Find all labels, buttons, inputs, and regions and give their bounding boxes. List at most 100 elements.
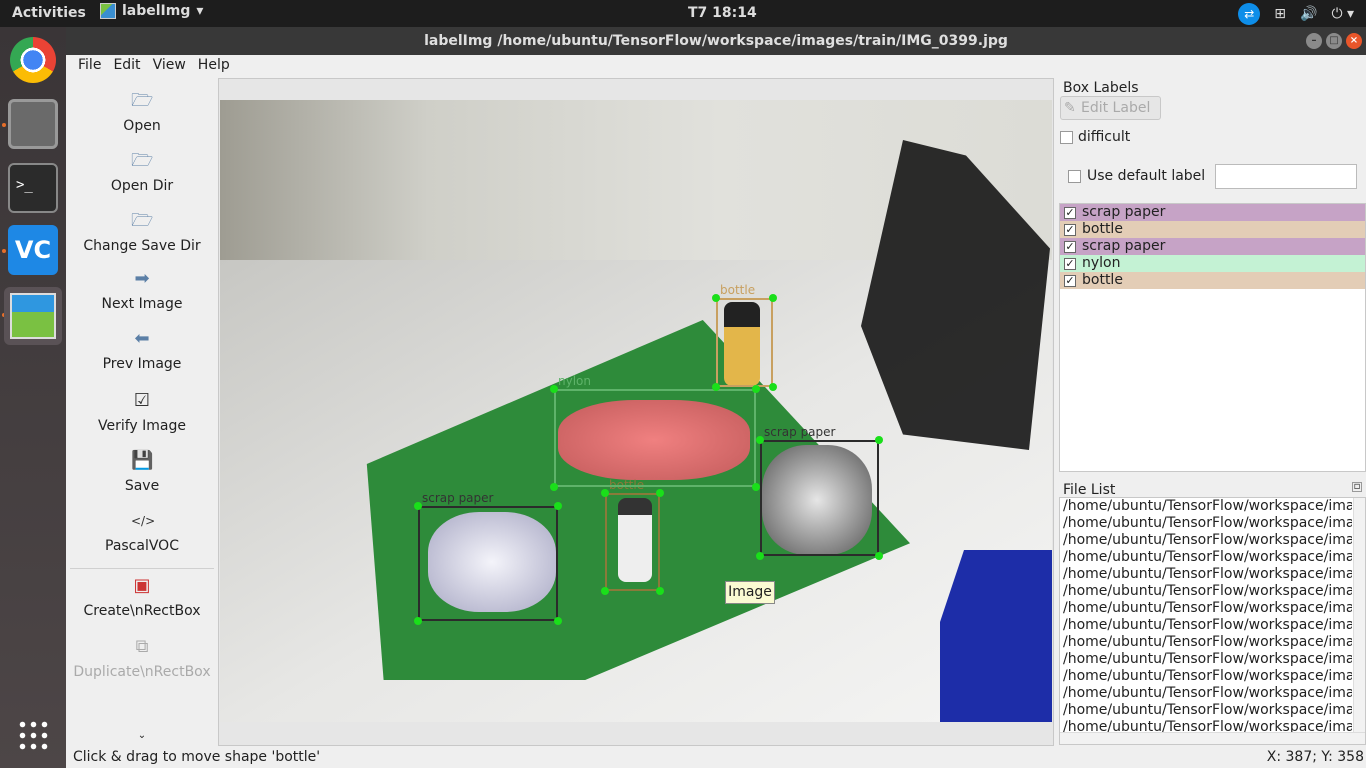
bbox-vertex[interactable] xyxy=(550,483,558,491)
chrome-icon[interactable] xyxy=(10,37,56,83)
bbox-vertex[interactable] xyxy=(656,587,664,595)
toolbar-extension-chevron-icon[interactable]: ⌄ xyxy=(68,730,216,741)
bounding-box-nylon[interactable]: nylon xyxy=(554,374,756,487)
arrow-left-icon: ⬅ xyxy=(134,328,150,349)
file-list-item[interactable]: /home/ubuntu/TensorFlow/workspace/ima xyxy=(1060,498,1352,515)
file-list-item[interactable]: /home/ubuntu/TensorFlow/workspace/ima xyxy=(1060,651,1352,668)
label-list-item[interactable]: ✓ nylon xyxy=(1060,255,1365,272)
bbox-vertex[interactable] xyxy=(875,552,883,560)
duplicate-rectbox-button[interactable]: ⧉ Duplicate\nRectBox xyxy=(68,636,216,680)
bbox-vertex[interactable] xyxy=(712,383,720,391)
file-list-item[interactable]: /home/ubuntu/TensorFlow/workspace/ima xyxy=(1060,702,1352,719)
vnc-viewer-icon[interactable]: VC xyxy=(8,225,58,275)
bbox-vertex[interactable] xyxy=(875,436,883,444)
label-list-item[interactable]: ✓ scrap paper xyxy=(1060,204,1365,221)
image-canvas[interactable]: scrap paper bottle nylon scrap paper bot… xyxy=(220,100,1052,722)
label-visible-checkbox[interactable]: ✓ xyxy=(1064,257,1076,270)
file-list-item[interactable]: /home/ubuntu/TensorFlow/workspace/ima xyxy=(1060,583,1352,600)
window-title-bar[interactable]: labelImg /home/ubuntu/TensorFlow/workspa… xyxy=(66,27,1366,55)
label-list-item[interactable]: ✓ scrap paper xyxy=(1060,238,1365,255)
file-list-item[interactable]: /home/ubuntu/TensorFlow/workspace/ima xyxy=(1060,549,1352,566)
menu-edit[interactable]: Edit xyxy=(107,55,146,77)
label-visible-checkbox[interactable]: ✓ xyxy=(1064,223,1076,236)
bbox-vertex[interactable] xyxy=(756,552,764,560)
files-icon[interactable] xyxy=(8,99,58,149)
folder-open-icon: 🗁 xyxy=(131,150,154,171)
copy-icon: ⧉ xyxy=(135,636,149,657)
bounding-box-scrap-paper[interactable]: scrap paper xyxy=(418,491,558,621)
file-list-item[interactable]: /home/ubuntu/TensorFlow/workspace/ima xyxy=(1060,515,1352,532)
bbox-vertex[interactable] xyxy=(769,383,777,391)
file-list-item[interactable]: /home/ubuntu/TensorFlow/workspace/ima xyxy=(1060,685,1352,702)
file-list-item[interactable]: /home/ubuntu/TensorFlow/workspace/ima xyxy=(1060,668,1352,685)
labelimg-dock-icon[interactable] xyxy=(4,287,62,345)
file-list[interactable]: /home/ubuntu/TensorFlow/workspace/ima /h… xyxy=(1059,497,1366,745)
menu-view[interactable]: View xyxy=(147,55,192,77)
file-list-item[interactable]: /home/ubuntu/TensorFlow/workspace/ima xyxy=(1060,532,1352,549)
bbox-vertex[interactable] xyxy=(656,489,664,497)
bounding-box-scrap-paper[interactable]: scrap paper xyxy=(760,425,879,556)
edit-label-button[interactable]: ✎ Edit Label xyxy=(1060,96,1161,120)
bbox-vertex[interactable] xyxy=(414,502,422,510)
file-list-item[interactable]: /home/ubuntu/TensorFlow/workspace/ima xyxy=(1060,634,1352,651)
prev-image-button[interactable]: ⬅ Prev Image xyxy=(68,328,216,372)
bbox-vertex[interactable] xyxy=(601,489,609,497)
label-list-item[interactable]: ✓ bottle xyxy=(1060,272,1365,289)
label-visible-checkbox[interactable]: ✓ xyxy=(1064,274,1076,287)
bbox-vertex[interactable] xyxy=(769,294,777,302)
bounding-box-bottle[interactable]: bottle xyxy=(605,478,660,591)
default-label-input[interactable] xyxy=(1215,164,1357,189)
label-list[interactable]: ✓ scrap paper ✓ bottle ✓ scrap paper ✓ n… xyxy=(1059,203,1366,472)
pascalvoc-button[interactable]: </> PascalVOC xyxy=(68,510,216,554)
teamviewer-icon[interactable]: ⇄ xyxy=(1238,3,1261,25)
bbox-vertex[interactable] xyxy=(550,385,558,393)
app-menu[interactable]: labelImg ▾ xyxy=(100,3,203,19)
close-icon[interactable]: × xyxy=(1346,33,1362,49)
bbox-vertex[interactable] xyxy=(554,502,562,510)
bbox-vertex[interactable] xyxy=(554,617,562,625)
minimize-icon[interactable]: – xyxy=(1306,33,1322,49)
menu-help[interactable]: Help xyxy=(192,55,236,77)
bbox-vertex[interactable] xyxy=(756,436,764,444)
label-visible-checkbox[interactable]: ✓ xyxy=(1064,206,1076,219)
system-tray[interactable]: ⇄ ⊞ 🔊 ⏻ ▾ xyxy=(1238,3,1354,25)
verify-image-button[interactable]: ☑ Verify Image xyxy=(68,390,216,434)
bbox-vertex[interactable] xyxy=(601,587,609,595)
file-list-item[interactable]: /home/ubuntu/TensorFlow/workspace/ima xyxy=(1060,600,1352,617)
save-button[interactable]: 💾 Save xyxy=(68,450,216,494)
volume-icon[interactable]: 🔊 xyxy=(1300,6,1317,22)
power-icon[interactable]: ⏻ ▾ xyxy=(1331,6,1354,22)
running-indicator xyxy=(2,123,6,127)
label-visible-checkbox[interactable]: ✓ xyxy=(1064,240,1076,253)
bbox-vertex[interactable] xyxy=(752,483,760,491)
create-rectbox-button[interactable]: ▣ Create\nRectBox xyxy=(68,575,216,619)
difficult-checkbox[interactable] xyxy=(1060,131,1073,144)
change-save-dir-button[interactable]: 🗁 Change Save Dir xyxy=(68,210,216,254)
file-list-item[interactable]: /home/ubuntu/TensorFlow/workspace/ima xyxy=(1060,617,1352,634)
vertical-scrollbar[interactable] xyxy=(1353,498,1365,733)
open-dir-button[interactable]: 🗁 Open Dir xyxy=(68,150,216,194)
activities-button[interactable]: Activities xyxy=(12,5,86,21)
next-image-label: Next Image xyxy=(101,296,183,312)
open-button[interactable]: 🗁 Open xyxy=(68,90,216,134)
horizontal-scrollbar[interactable] xyxy=(1060,732,1365,744)
bbox-vertex[interactable] xyxy=(752,385,760,393)
next-image-button[interactable]: ➡ Next Image xyxy=(68,268,216,312)
clock[interactable]: T7 18:14 xyxy=(688,5,757,21)
label-list-item[interactable]: ✓ bottle xyxy=(1060,221,1365,238)
file-list-item[interactable]: /home/ubuntu/TensorFlow/workspace/ima xyxy=(1060,566,1352,583)
folder-open-icon: 🗁 xyxy=(131,210,154,231)
use-default-label-checkbox[interactable] xyxy=(1068,170,1081,183)
menu-file[interactable]: File xyxy=(72,55,107,77)
tooltip: Image xyxy=(725,581,775,604)
bounding-box-bottle[interactable]: bottle xyxy=(716,283,773,387)
undock-icon[interactable]: ▫ xyxy=(1352,482,1362,492)
terminal-icon[interactable]: >_ xyxy=(8,163,58,213)
change-save-dir-label: Change Save Dir xyxy=(83,238,201,254)
maximize-icon[interactable]: □ xyxy=(1326,33,1342,49)
show-applications-icon[interactable] xyxy=(17,719,49,751)
network-icon[interactable]: ⊞ xyxy=(1274,6,1286,22)
bbox-vertex[interactable] xyxy=(414,617,422,625)
bbox-label: scrap paper xyxy=(422,491,494,505)
bbox-vertex[interactable] xyxy=(712,294,720,302)
